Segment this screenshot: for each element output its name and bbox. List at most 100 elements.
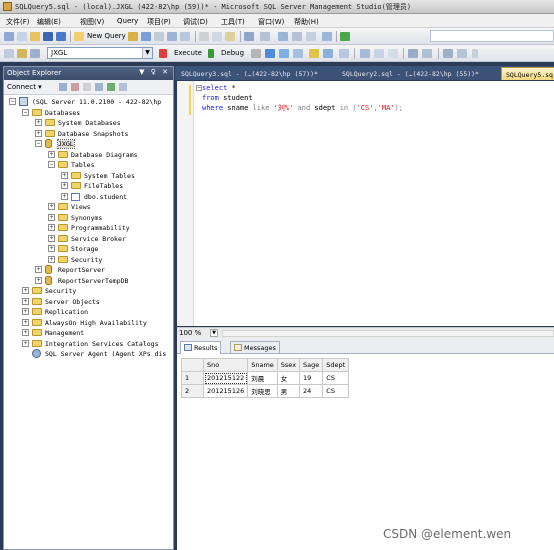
panel-controls[interactable]: ▼ ♀ ✕ bbox=[139, 68, 170, 76]
expand-icon[interactable]: + bbox=[61, 171, 68, 179]
column-header[interactable]: Sno bbox=[202, 358, 249, 372]
expand-icon[interactable]: + bbox=[22, 339, 29, 347]
expand-icon[interactable]: + bbox=[22, 308, 29, 315]
expand-icon[interactable]: + bbox=[61, 182, 68, 189]
comment-lines-icon[interactable] bbox=[408, 49, 418, 58]
results-to-grid-icon[interactable] bbox=[374, 49, 384, 58]
menu-window[interactable]: 窗口(W) bbox=[258, 17, 284, 27]
grid-corner[interactable] bbox=[181, 358, 204, 372]
copy-icon[interactable] bbox=[212, 32, 222, 41]
tab-sqlquery5[interactable]: SQLQuery5.sq bbox=[501, 67, 554, 80]
expand-icon[interactable]: + bbox=[35, 276, 42, 284]
new-query-icon[interactable] bbox=[74, 32, 84, 41]
collapse-icon[interactable]: − bbox=[9, 98, 16, 105]
grid-cell[interactable]: 男 bbox=[276, 384, 301, 398]
undo-icon[interactable] bbox=[244, 32, 254, 41]
cancel-query-icon[interactable] bbox=[251, 49, 261, 58]
results-to-file-icon[interactable] bbox=[388, 49, 398, 58]
include-actual-plan-icon[interactable] bbox=[339, 49, 349, 58]
connect-button[interactable]: Connect ▾ bbox=[7, 83, 42, 91]
grid-cell[interactable]: 201215126 bbox=[202, 384, 249, 398]
grid-cell[interactable]: 19 bbox=[299, 371, 324, 385]
table-row[interactable]: 2 201215126 刘晓思 男 24 CS bbox=[181, 384, 350, 398]
parse-icon[interactable] bbox=[265, 49, 275, 58]
add-item-icon[interactable] bbox=[17, 32, 27, 41]
menu-tools[interactable]: 工具(T) bbox=[221, 17, 245, 27]
code-line[interactable]: select * bbox=[202, 84, 236, 92]
intellisense-icon[interactable] bbox=[323, 49, 333, 58]
menu-edit[interactable]: 编辑(E) bbox=[37, 17, 61, 27]
debug-play-icon[interactable] bbox=[208, 49, 214, 58]
expand-icon[interactable]: + bbox=[48, 255, 55, 263]
expand-icon[interactable]: + bbox=[22, 287, 29, 294]
zoom-dropdown-icon[interactable]: ▼ bbox=[210, 329, 218, 337]
database-engine-query-icon[interactable] bbox=[128, 32, 138, 41]
menu-debug[interactable]: 调试(D) bbox=[183, 17, 208, 27]
execute-icon[interactable] bbox=[159, 49, 167, 58]
filter-icon[interactable] bbox=[95, 83, 103, 91]
expand-icon[interactable]: + bbox=[48, 224, 55, 231]
available-databases-select[interactable]: JXGL ▼ bbox=[47, 47, 153, 59]
menu-file[interactable]: 文件(F) bbox=[6, 17, 30, 27]
expand-icon[interactable]: + bbox=[48, 203, 55, 210]
registered-servers-icon[interactable] bbox=[322, 32, 332, 41]
horizontal-scrollbar[interactable] bbox=[222, 330, 554, 337]
collapse-icon[interactable]: − bbox=[35, 140, 42, 147]
mdx-query-icon[interactable] bbox=[154, 32, 164, 41]
grid-cell[interactable]: 24 bbox=[299, 384, 324, 398]
paste-icon[interactable] bbox=[225, 32, 235, 41]
toolbar-options-icon[interactable] bbox=[472, 49, 478, 58]
expand-icon[interactable]: + bbox=[22, 318, 29, 326]
new-project-icon[interactable] bbox=[4, 32, 14, 41]
column-header[interactable]: Sage bbox=[299, 358, 324, 372]
connect-server-icon[interactable] bbox=[59, 83, 67, 91]
expand-icon[interactable]: + bbox=[48, 234, 55, 242]
grid-cell[interactable]: CS bbox=[322, 371, 350, 385]
grid-cell[interactable]: 201215122 bbox=[202, 371, 249, 385]
debug-button[interactable]: Debug bbox=[221, 49, 244, 57]
grid-cell[interactable]: CS bbox=[322, 384, 350, 398]
solution-explorer-icon[interactable] bbox=[306, 32, 316, 41]
execute-button[interactable]: Execute bbox=[174, 49, 202, 57]
analysis-query-icon[interactable] bbox=[141, 32, 151, 41]
open-file-icon[interactable] bbox=[30, 32, 40, 41]
xmla-query-icon[interactable] bbox=[180, 32, 190, 41]
query-designer-icon[interactable] bbox=[293, 49, 303, 58]
grid-cell[interactable]: 刘晓思 bbox=[247, 384, 278, 398]
menu-query[interactable]: Query bbox=[117, 17, 138, 25]
tab-sqlquery3[interactable]: SQLQuery3.sql - (…(422-82\hp (57))* bbox=[177, 67, 322, 80]
dmx-query-icon[interactable] bbox=[167, 32, 177, 41]
expand-icon[interactable]: + bbox=[22, 297, 29, 305]
cut-icon[interactable] bbox=[199, 32, 209, 41]
collapse-icon[interactable]: − bbox=[48, 161, 55, 168]
expand-icon[interactable]: + bbox=[48, 213, 55, 221]
grid-cell[interactable]: 女 bbox=[276, 371, 301, 385]
query-editor[interactable]: − select * from student where sname like '… bbox=[177, 81, 554, 326]
connect-icon[interactable] bbox=[4, 49, 14, 58]
navigate-backward-icon[interactable] bbox=[278, 32, 288, 41]
start-debug-icon[interactable] bbox=[340, 32, 350, 41]
increase-indent-icon[interactable] bbox=[457, 49, 467, 58]
save-icon[interactable] bbox=[43, 32, 53, 41]
grid-cell[interactable]: 刘晨 bbox=[247, 371, 278, 385]
expand-icon[interactable]: + bbox=[35, 119, 42, 126]
code-line[interactable]: from student bbox=[202, 94, 253, 102]
expand-icon[interactable]: + bbox=[48, 245, 55, 252]
change-connection-icon[interactable] bbox=[17, 49, 27, 58]
query-options-icon[interactable] bbox=[309, 49, 319, 58]
table-row[interactable]: 1 201215122 刘晨 女 19 CS bbox=[181, 371, 350, 385]
expand-icon[interactable]: + bbox=[35, 266, 42, 273]
summary-icon[interactable] bbox=[119, 83, 127, 91]
tab-sqlquery2[interactable]: SQLQuery2.sql - (…(422-82\hp (55))* bbox=[338, 67, 483, 80]
disconnect-icon[interactable] bbox=[71, 83, 79, 91]
uncomment-lines-icon[interactable] bbox=[422, 49, 432, 58]
new-query-button[interactable]: New Query bbox=[87, 32, 126, 40]
expand-icon[interactable]: + bbox=[22, 329, 29, 336]
toolbar-find-box[interactable] bbox=[430, 30, 554, 42]
expand-icon[interactable]: + bbox=[48, 150, 55, 158]
expand-icon[interactable]: + bbox=[35, 129, 42, 137]
collapse-icon[interactable]: − bbox=[22, 108, 29, 116]
results-grid[interactable]: Sno Sname Ssex Sage Sdept 1 201215122 刘晨… bbox=[181, 358, 350, 398]
column-header[interactable]: Sdept bbox=[322, 358, 350, 372]
expand-icon[interactable]: + bbox=[61, 192, 68, 200]
